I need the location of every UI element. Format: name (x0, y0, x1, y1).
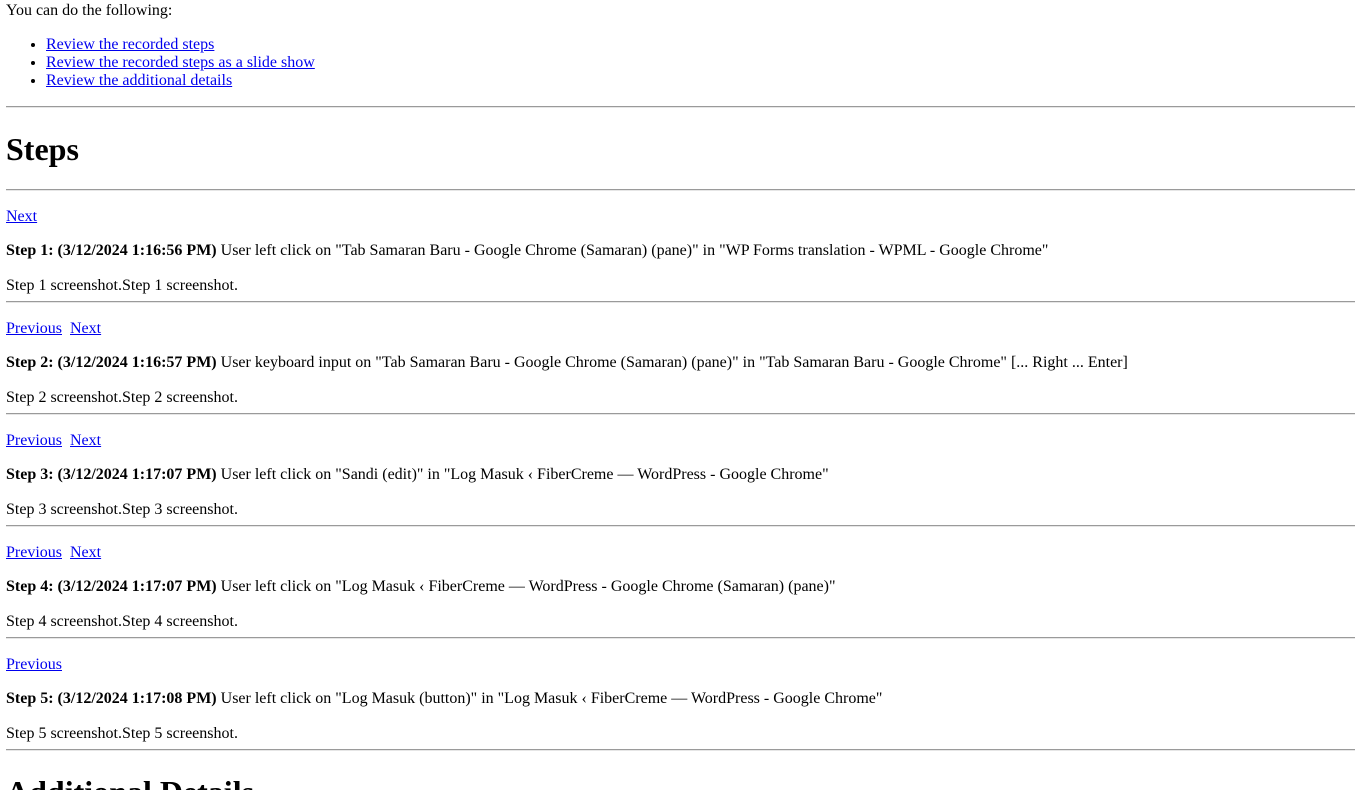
step-screenshot: Step 2 screenshot.Step 2 screenshot. (6, 388, 238, 406)
step-screenshot: Step 5 screenshot.Step 5 screenshot. (6, 724, 238, 742)
step-5: Previous Step 5: (3/12/2024 1:17:08 PM) … (6, 639, 1355, 751)
next-link[interactable]: Next (6, 208, 37, 225)
step-3: Previous Next Step 3: (3/12/2024 1:17:07… (6, 415, 1355, 527)
step-nav: Previous Next (6, 320, 101, 338)
screenshot-alt-text: Step 5 screenshot.Step 5 screenshot. (6, 725, 238, 742)
step-description: Step 2: (3/12/2024 1:16:57 PM) User keyb… (6, 354, 1128, 372)
step-2: Previous Next Step 2: (3/12/2024 1:16:57… (6, 303, 1355, 415)
step-description: Step 1: (3/12/2024 1:16:56 PM) User left… (6, 242, 1048, 260)
screenshot-alt-text: Step 1 screenshot.Step 1 screenshot. (6, 277, 238, 294)
next-link[interactable]: Next (70, 432, 101, 449)
step-nav: Next (6, 208, 37, 226)
step-1: Next Step 1: (3/12/2024 1:16:56 PM) User… (6, 191, 1355, 303)
step-text: User left click on "Log Masuk ‹ FiberCre… (216, 578, 836, 595)
option-item: Review the recorded steps (46, 36, 1355, 54)
step-screenshot: Step 4 screenshot.Step 4 screenshot. (6, 612, 238, 630)
previous-link[interactable]: Previous (6, 320, 62, 337)
divider (6, 106, 1355, 108)
screenshot-alt-text: Step 4 screenshot.Step 4 screenshot. (6, 613, 238, 630)
step-text: User left click on "Tab Samaran Baru - G… (216, 242, 1049, 259)
steps-heading: Steps (6, 131, 79, 167)
step-label: Step 3: (3/12/2024 1:17:07 PM) (6, 466, 217, 483)
review-slideshow-link[interactable]: Review the recorded steps as a slide sho… (46, 54, 315, 71)
step-label: Step 4: (3/12/2024 1:17:07 PM) (6, 578, 217, 595)
screenshot-alt-text: Step 2 screenshot.Step 2 screenshot. (6, 389, 238, 406)
option-item: Review the additional details (46, 72, 1355, 90)
next-link[interactable]: Next (70, 544, 101, 561)
next-link[interactable]: Next (70, 320, 101, 337)
additional-details-heading: Additional Details (6, 774, 1355, 790)
step-description: Step 4: (3/12/2024 1:17:07 PM) User left… (6, 578, 836, 596)
step-description: Step 3: (3/12/2024 1:17:07 PM) User left… (6, 466, 829, 484)
step-nav: Previous (6, 656, 62, 674)
step-nav: Previous Next (6, 432, 101, 450)
review-steps-link[interactable]: Review the recorded steps (46, 36, 214, 53)
step-4: Previous Next Step 4: (3/12/2024 1:17:07… (6, 527, 1355, 639)
previous-link[interactable]: Previous (6, 432, 62, 449)
step-screenshot: Step 3 screenshot.Step 3 screenshot. (6, 500, 238, 518)
steps-recorder-page: You can do the following: Review the rec… (0, 0, 1355, 790)
option-item: Review the recorded steps as a slide sho… (46, 54, 1355, 72)
step-label: Step 2: (3/12/2024 1:16:57 PM) (6, 354, 217, 371)
screenshot-alt-text: Step 3 screenshot.Step 3 screenshot. (6, 501, 238, 518)
step-label: Step 5: (3/12/2024 1:17:08 PM) (6, 690, 217, 707)
previous-link[interactable]: Previous (6, 656, 62, 673)
intro-text: You can do the following: (6, 2, 173, 19)
step-screenshot: Step 1 screenshot.Step 1 screenshot. (6, 276, 238, 294)
divider (6, 749, 1355, 751)
step-text: User keyboard input on "Tab Samaran Baru… (216, 354, 1128, 371)
step-text: User left click on "Sandi (edit)" in "Lo… (216, 466, 829, 483)
review-additional-details-link[interactable]: Review the additional details (46, 72, 232, 89)
step-description: Step 5: (3/12/2024 1:17:08 PM) User left… (6, 690, 882, 708)
step-label: Step 1: (3/12/2024 1:16:56 PM) (6, 242, 217, 259)
step-nav: Previous Next (6, 544, 101, 562)
previous-link[interactable]: Previous (6, 544, 62, 561)
options-list: Review the recorded steps Review the rec… (6, 36, 1355, 90)
step-text: User left click on "Log Masuk (button)" … (216, 690, 883, 707)
